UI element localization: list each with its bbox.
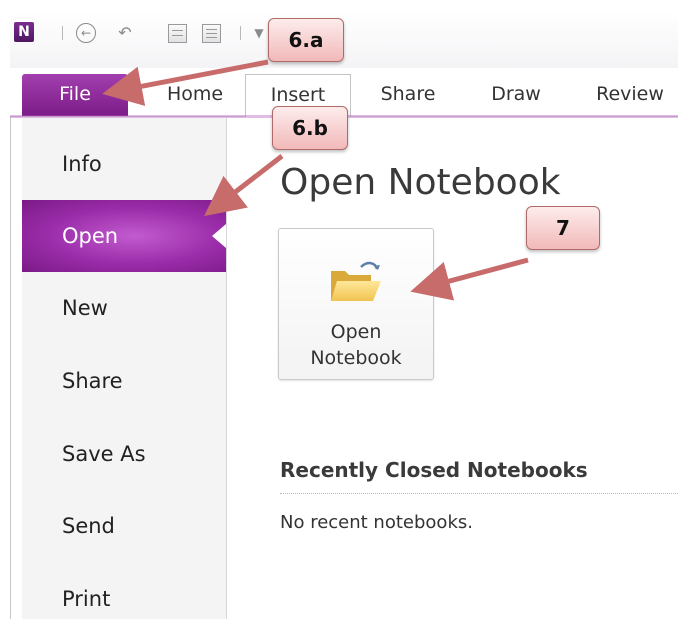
arrow-6a	[102, 59, 269, 106]
callout-6b: 6.b	[272, 106, 348, 150]
arrow-6b	[204, 154, 284, 217]
callout-7: 7	[526, 206, 600, 250]
arrow-7	[410, 257, 529, 301]
annotation-arrows	[102, 59, 529, 301]
callout-6a: 6.a	[268, 18, 344, 62]
